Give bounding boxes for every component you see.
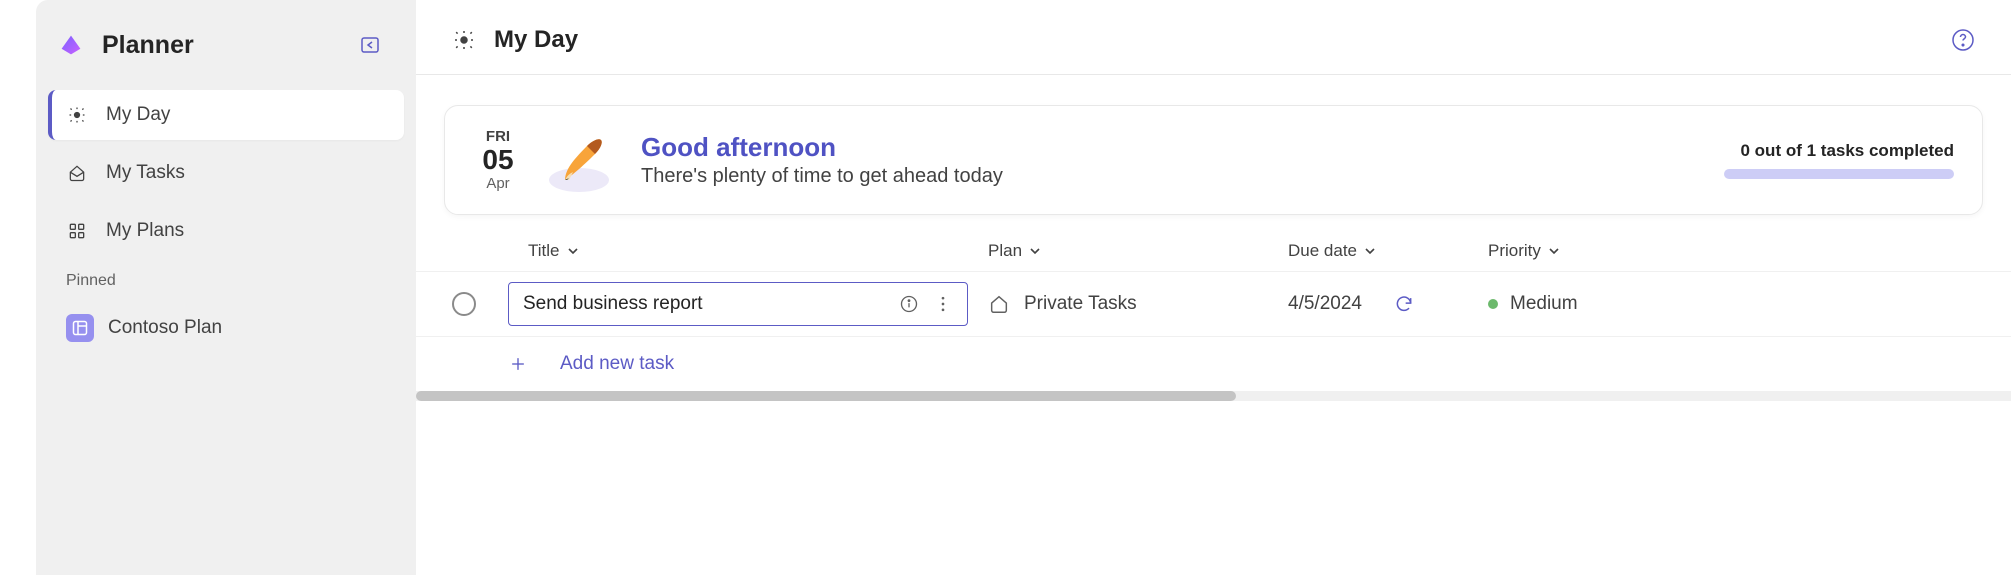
help-button[interactable] xyxy=(1951,28,1975,52)
task-row: Private Tasks 4/5/2024 Medium xyxy=(416,271,2011,336)
pinned-items: Contoso Plan xyxy=(48,300,404,356)
task-plan-cell[interactable]: Private Tasks xyxy=(988,293,1288,315)
nav-items: My Day My Tasks xyxy=(48,90,404,256)
task-due-cell[interactable]: 4/5/2024 xyxy=(1288,293,1488,315)
page-title: My Day xyxy=(494,26,1951,54)
more-actions-icon[interactable] xyxy=(933,294,953,314)
chevron-down-icon xyxy=(1363,244,1377,258)
planner-logo-icon xyxy=(56,30,86,60)
envelope-icon xyxy=(66,162,88,184)
priority-label: Medium xyxy=(1510,293,1578,315)
pinned-plan-contoso[interactable]: Contoso Plan xyxy=(48,300,404,356)
greeting-subtitle: There's plenty of time to get ahead toda… xyxy=(641,165,1694,188)
task-title-cell[interactable] xyxy=(508,282,968,326)
chevron-down-icon xyxy=(1028,244,1042,258)
chevron-down-icon xyxy=(566,244,580,258)
chevron-down-icon xyxy=(1547,244,1561,258)
nav-my-plans[interactable]: My Plans xyxy=(48,206,404,256)
board-icon xyxy=(66,314,94,342)
pencil-illustration-icon xyxy=(543,122,619,198)
collapse-sidebar-button[interactable] xyxy=(356,31,384,59)
add-task-label: Add new task xyxy=(560,353,674,375)
table-headers: Title Plan Due date xyxy=(416,231,2011,271)
nav-my-day[interactable]: My Day xyxy=(48,90,404,140)
app-title: Planner xyxy=(102,31,356,60)
column-title-header[interactable]: Title xyxy=(508,241,988,261)
sun-icon xyxy=(452,28,476,52)
plan-name: Private Tasks xyxy=(1024,293,1137,315)
progress-text: 0 out of 1 tasks completed xyxy=(1694,141,1954,161)
column-label: Priority xyxy=(1488,241,1541,261)
complete-checkbox[interactable] xyxy=(452,292,476,316)
sidebar-header: Planner xyxy=(48,20,404,90)
nav-label: My Day xyxy=(106,104,170,126)
column-label: Due date xyxy=(1288,241,1357,261)
nav-my-tasks[interactable]: My Tasks xyxy=(48,148,404,198)
date-day: 05 xyxy=(473,145,523,176)
date-block: FRI 05 Apr xyxy=(473,128,523,193)
due-date: 4/5/2024 xyxy=(1288,293,1362,315)
grid-icon xyxy=(66,220,88,242)
column-plan-header[interactable]: Plan xyxy=(988,241,1288,261)
date-dow: FRI xyxy=(473,128,523,145)
task-table: Title Plan Due date xyxy=(416,231,2011,401)
date-month: Apr xyxy=(473,175,523,192)
horizontal-scrollbar[interactable] xyxy=(416,391,2011,401)
recurring-icon[interactable] xyxy=(1394,294,1414,314)
nav-label: My Tasks xyxy=(106,162,185,184)
task-title-input[interactable] xyxy=(523,293,899,315)
greeting-title: Good afternoon xyxy=(641,132,1694,163)
add-new-task-button[interactable]: Add new task xyxy=(416,336,2011,391)
progress-bar xyxy=(1724,169,1954,179)
progress-block: 0 out of 1 tasks completed xyxy=(1694,141,1954,179)
column-label: Plan xyxy=(988,241,1022,261)
sidebar: Planner My Day xyxy=(36,0,416,575)
home-icon xyxy=(988,293,1010,315)
main-panel: My Day FRI 05 Apr xyxy=(416,0,2011,575)
nav-label: My Plans xyxy=(106,220,184,242)
greeting-banner: FRI 05 Apr Good afternoon There's plenty… xyxy=(444,105,1983,215)
scrollbar-thumb[interactable] xyxy=(416,391,1236,401)
priority-dot-icon xyxy=(1488,299,1498,309)
sun-icon xyxy=(66,104,88,126)
column-label: Title xyxy=(528,241,560,261)
task-priority-cell[interactable]: Medium xyxy=(1488,293,1668,315)
column-due-header[interactable]: Due date xyxy=(1288,241,1488,261)
plus-icon xyxy=(508,354,528,374)
greeting-block: Good afternoon There's plenty of time to… xyxy=(641,132,1694,188)
pinned-section-label: Pinned xyxy=(48,264,404,300)
pinned-plan-label: Contoso Plan xyxy=(108,317,222,339)
column-priority-header[interactable]: Priority xyxy=(1488,241,1668,261)
info-icon[interactable] xyxy=(899,294,919,314)
page-header: My Day xyxy=(416,0,2011,75)
